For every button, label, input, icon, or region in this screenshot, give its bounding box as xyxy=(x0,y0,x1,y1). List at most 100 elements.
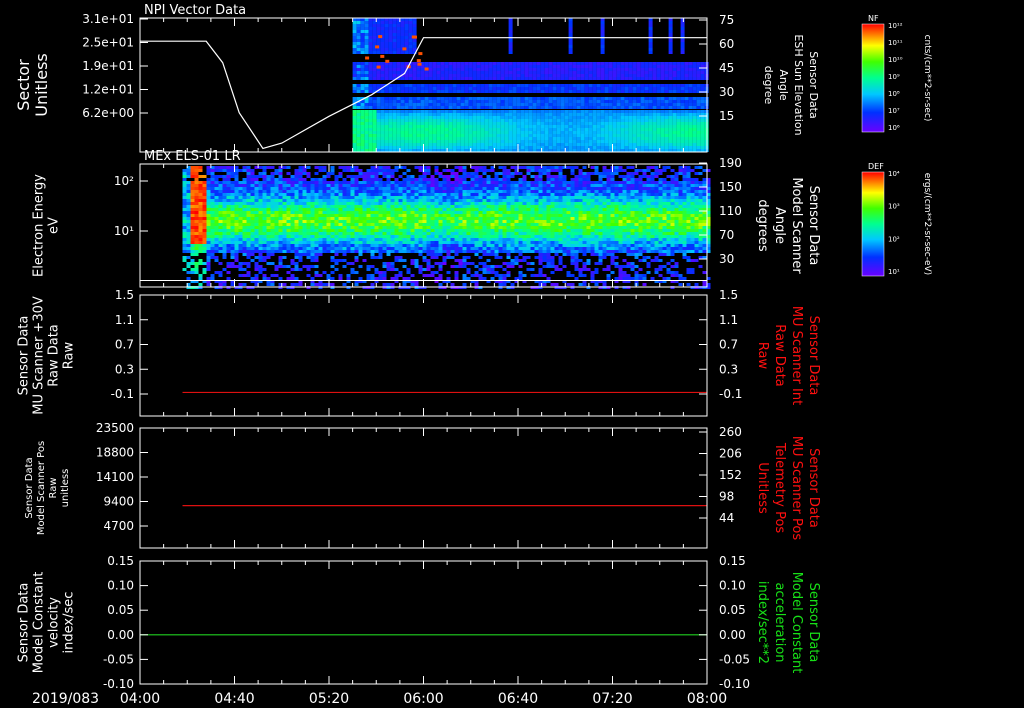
npi-heat-cell xyxy=(404,24,409,27)
npi-heat-cell xyxy=(420,131,425,134)
npi-heat-cell xyxy=(360,143,365,146)
npi-heat-cell xyxy=(592,62,597,65)
npi-heat-cell xyxy=(688,77,693,80)
els-heat-cell xyxy=(234,253,239,256)
npi-heat-cell xyxy=(380,74,385,77)
els-heat-cell xyxy=(186,184,191,187)
els-heat-cell xyxy=(442,262,447,265)
npi-heat-cell xyxy=(564,116,569,119)
els-heat-cell xyxy=(410,229,415,232)
els-heat-cell xyxy=(402,241,407,244)
npi-heat-cell xyxy=(392,48,397,51)
els-heat-cell xyxy=(206,178,211,181)
npi-heat-cell xyxy=(700,134,705,137)
els-heat-cell xyxy=(422,244,427,247)
npi-heat-cell xyxy=(480,71,485,74)
els-heat-cell xyxy=(250,259,255,262)
npi-heat-cell xyxy=(516,90,521,93)
npi-heat-cell xyxy=(352,27,357,30)
els-heat-cell xyxy=(454,175,459,178)
npi-heat-cell xyxy=(652,87,657,90)
els-heat-cell xyxy=(402,211,407,214)
els-heat-cell xyxy=(306,226,311,229)
npi-heat-cell xyxy=(364,90,369,93)
els-heat-cell xyxy=(262,178,267,181)
els-heat-cell xyxy=(214,169,219,172)
npi-heat-cell xyxy=(556,110,561,113)
els-heat-cell xyxy=(458,193,463,196)
npi-heat-cell xyxy=(556,128,561,131)
els-heat-cell xyxy=(322,169,327,172)
npi-heat-cell xyxy=(524,134,529,137)
npi-heat-cell xyxy=(584,84,589,87)
npi-heat-cell xyxy=(568,97,573,100)
els-heat-cell xyxy=(426,172,431,175)
els-heat-cell xyxy=(390,211,395,214)
npi-heat-cell xyxy=(544,77,549,80)
npi-heat-cell xyxy=(616,125,621,128)
els-heat-cell xyxy=(434,166,439,169)
els-heat-cell xyxy=(326,217,331,220)
els-heat-cell xyxy=(434,190,439,193)
npi-heat-cell xyxy=(508,68,513,71)
npi-heat-cell xyxy=(360,42,365,45)
npi-heat-cell xyxy=(648,140,653,143)
npi-heat-cell xyxy=(664,68,669,71)
els-heat-cell xyxy=(198,244,203,247)
npi-heat-cell xyxy=(628,140,633,143)
els-heat-cell xyxy=(242,268,247,271)
els-heat-cell xyxy=(362,178,367,181)
els-heat-cell xyxy=(218,193,223,196)
npi-heat-cell xyxy=(628,146,633,149)
npi-heat-cell xyxy=(368,119,373,122)
npi-heat-cell xyxy=(368,106,373,109)
npi-heat-cell xyxy=(352,97,357,100)
npi-heat-cell xyxy=(652,119,657,122)
npi-heat-cell xyxy=(492,90,497,93)
els-heat-cell xyxy=(182,181,187,184)
npi-heat-cell xyxy=(412,116,417,119)
els-heat-cell xyxy=(270,223,275,226)
els-heat-cell xyxy=(234,238,239,241)
els-heat-cell xyxy=(262,229,267,232)
npi-heat-cell xyxy=(612,122,617,125)
els-heat-cell xyxy=(378,169,383,172)
els-heat-cell xyxy=(418,193,423,196)
els-heat-cell xyxy=(450,232,455,235)
els-heat-cell xyxy=(458,175,463,178)
els-heat-cell xyxy=(406,250,411,253)
npi-heat-cell xyxy=(480,97,485,100)
els-heat-cell xyxy=(302,196,307,199)
npi-heat-cell xyxy=(372,33,377,36)
npi-heat-cell xyxy=(404,27,409,30)
npi-heat-cell xyxy=(500,113,505,116)
npi-heat-cell xyxy=(640,131,645,134)
npi-heat-cell xyxy=(512,137,517,140)
npi-heat-cell xyxy=(456,106,461,109)
els-heat-cell xyxy=(226,232,231,235)
els-heat-cell xyxy=(250,178,255,181)
els-heat-cell xyxy=(418,226,423,229)
els-heat-cell xyxy=(302,181,307,184)
npi-heat-cell xyxy=(656,84,661,87)
els-heat-cell xyxy=(350,247,355,250)
els-heat-cell xyxy=(230,175,235,178)
els-heat-cell xyxy=(462,223,467,226)
els-heat-cell xyxy=(394,247,399,250)
els-heat-cell xyxy=(394,217,399,220)
els-heat-cell xyxy=(450,238,455,241)
els-heat-cell xyxy=(330,166,335,169)
npi-heat-cell xyxy=(664,131,669,134)
npi-heat-cell xyxy=(660,125,665,128)
npi-heat-cell xyxy=(676,84,681,87)
npi-heat-cell xyxy=(508,106,513,109)
els-heat-cell xyxy=(290,235,295,238)
npi-heat-cell xyxy=(488,125,493,128)
npi-heat-cell xyxy=(460,110,465,113)
npi-heat-cell xyxy=(544,143,549,146)
els-heat-cell xyxy=(234,169,239,172)
npi-heat-cell xyxy=(488,87,493,90)
els-heat-cell xyxy=(346,202,351,205)
els-heat-cell xyxy=(426,259,431,262)
els-heat-cell xyxy=(226,214,231,217)
